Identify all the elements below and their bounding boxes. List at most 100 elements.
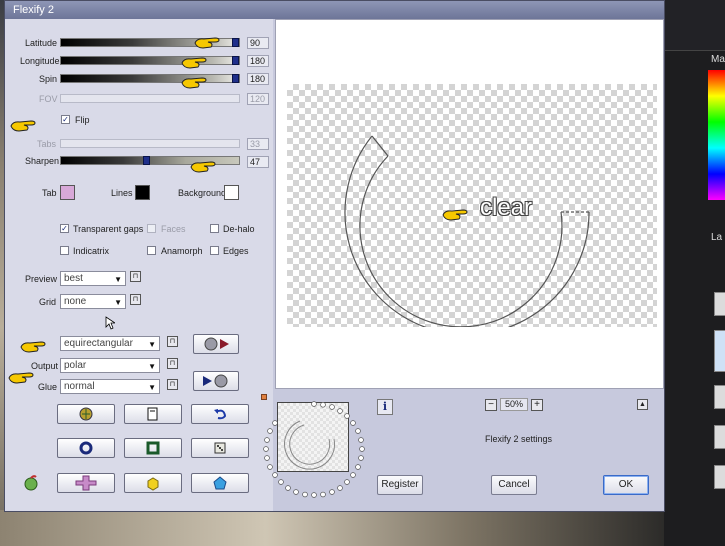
preview-quality-label: Preview: [25, 274, 58, 284]
apple-logo-icon: [24, 475, 38, 491]
longitude-value[interactable]: 180: [247, 55, 269, 67]
glue-link-button[interactable]: ⊓: [167, 379, 178, 390]
preview-link-button[interactable]: ⊓: [130, 271, 141, 282]
spin-label: Spin: [39, 74, 58, 84]
output-projection-select[interactable]: polar ▼: [60, 358, 160, 373]
cross-shape-button[interactable]: [57, 473, 115, 493]
anamorph-label: Anamorph: [161, 246, 203, 256]
slider-thumb[interactable]: [232, 38, 239, 47]
pointing-hand-icon: [190, 161, 216, 173]
fov-slider: [60, 94, 240, 103]
layer-thumb[interactable]: [714, 465, 725, 489]
background-panel-label-la: La: [711, 232, 723, 243]
faces-checkbox: [147, 224, 156, 233]
square-frame-icon: [146, 441, 160, 455]
sharpen-value[interactable]: 47: [247, 156, 269, 168]
output-link-button[interactable]: ⊓: [167, 358, 178, 369]
grid-select[interactable]: none ▼: [60, 294, 126, 309]
sharpen-label: Sharpen: [25, 156, 60, 166]
chevron-down-icon: ▼: [148, 340, 156, 349]
pointing-hand-icon: [181, 77, 207, 89]
transparent-gaps-label: Transparent gaps: [73, 224, 144, 234]
layer-thumb[interactable]: [714, 385, 725, 409]
select-value: polar: [64, 360, 87, 371]
grid-link-button[interactable]: ⊓: [130, 294, 141, 305]
longitude-label: Longitude: [20, 56, 60, 66]
input-projection-select[interactable]: equirectangular ▼: [60, 336, 160, 351]
polar-arc-preview: [344, 135, 590, 327]
undo-arrow-icon: [214, 409, 227, 420]
cancel-button[interactable]: Cancel: [491, 475, 537, 495]
slider-thumb[interactable]: [143, 156, 150, 165]
mouse-cursor-icon: [105, 316, 115, 330]
layer-thumb[interactable]: [714, 425, 725, 449]
color-spectrum: [708, 70, 725, 200]
ok-button[interactable]: OK: [603, 475, 649, 495]
tab-color-swatch[interactable]: [60, 185, 75, 200]
cross-icon: [75, 475, 97, 491]
pointing-hand-icon: [181, 57, 207, 69]
select-value: best: [64, 273, 83, 284]
background-color-label: Background: [178, 188, 227, 198]
fov-value: 120: [247, 93, 269, 105]
background-color-swatch[interactable]: [224, 185, 239, 200]
longitude-slider[interactable]: [60, 56, 240, 65]
dice-button[interactable]: [191, 438, 249, 458]
collapse-button[interactable]: ▲: [637, 399, 648, 410]
cube-shape-button[interactable]: [124, 473, 182, 493]
select-value: normal: [64, 381, 95, 392]
settings-label: Flexify 2 settings: [485, 434, 553, 444]
fov-label: FOV: [39, 94, 58, 104]
indicatrix-checkbox[interactable]: [60, 246, 69, 255]
layer-thumb[interactable]: [714, 330, 725, 372]
zoom-level: 50%: [500, 398, 528, 411]
chevron-down-icon: ▼: [148, 383, 156, 392]
lines-color-swatch[interactable]: [135, 185, 150, 200]
flip-checkbox[interactable]: ✓: [61, 115, 70, 124]
pentagon-shape-button[interactable]: [191, 473, 249, 493]
flip-label: Flip: [75, 115, 90, 125]
slider-thumb[interactable]: [232, 56, 239, 65]
pointing-hand-icon: [194, 37, 220, 49]
chevron-down-icon: ▼: [114, 298, 122, 307]
circle-shape-button[interactable]: [57, 438, 115, 458]
select-value: equirectangular: [64, 338, 133, 349]
input-globe-button[interactable]: [193, 334, 239, 354]
navigator-dots-ring[interactable]: [253, 394, 375, 508]
random-globe-button[interactable]: [57, 404, 115, 424]
preview-quality-select[interactable]: best ▼: [60, 271, 126, 286]
zoom-in-button[interactable]: +: [531, 399, 543, 411]
info-button[interactable]: i: [377, 399, 393, 415]
slider-thumb[interactable]: [232, 74, 239, 83]
de-halo-checkbox[interactable]: [210, 224, 219, 233]
spin-slider[interactable]: [60, 74, 240, 83]
tab-color-label: Tab: [42, 188, 57, 198]
tabs-label: Tabs: [37, 139, 57, 149]
output-globe-button[interactable]: [193, 371, 239, 391]
layer-thumb[interactable]: [714, 292, 725, 316]
faces-label: Faces: [161, 224, 186, 234]
file-icon: [147, 407, 158, 421]
chevron-down-icon: ▼: [148, 362, 156, 371]
undo-button[interactable]: [191, 404, 249, 424]
square-shape-button[interactable]: [124, 438, 182, 458]
input-link-button[interactable]: ⊓: [167, 336, 178, 347]
edges-checkbox[interactable]: [210, 246, 219, 255]
pentagon-icon: [213, 476, 227, 490]
window-title: Flexify 2: [13, 4, 54, 16]
transparent-gaps-checkbox[interactable]: ✓: [60, 224, 69, 233]
spin-value[interactable]: 180: [247, 73, 269, 85]
cube-icon: [147, 477, 159, 491]
glue-select[interactable]: normal ▼: [60, 379, 160, 394]
anamorph-checkbox[interactable]: [147, 246, 156, 255]
glue-label: Glue: [38, 382, 58, 392]
pointing-hand-icon: [8, 372, 34, 384]
register-button[interactable]: Register: [377, 475, 423, 495]
lines-color-label: Lines: [111, 188, 133, 198]
zoom-out-button[interactable]: −: [485, 399, 497, 411]
title-bar[interactable]: Flexify 2: [5, 1, 664, 19]
open-file-button[interactable]: [124, 404, 182, 424]
latitude-value[interactable]: 90: [247, 37, 269, 49]
preview-overlay-text: clear: [480, 194, 533, 221]
ring-icon: [79, 441, 93, 455]
